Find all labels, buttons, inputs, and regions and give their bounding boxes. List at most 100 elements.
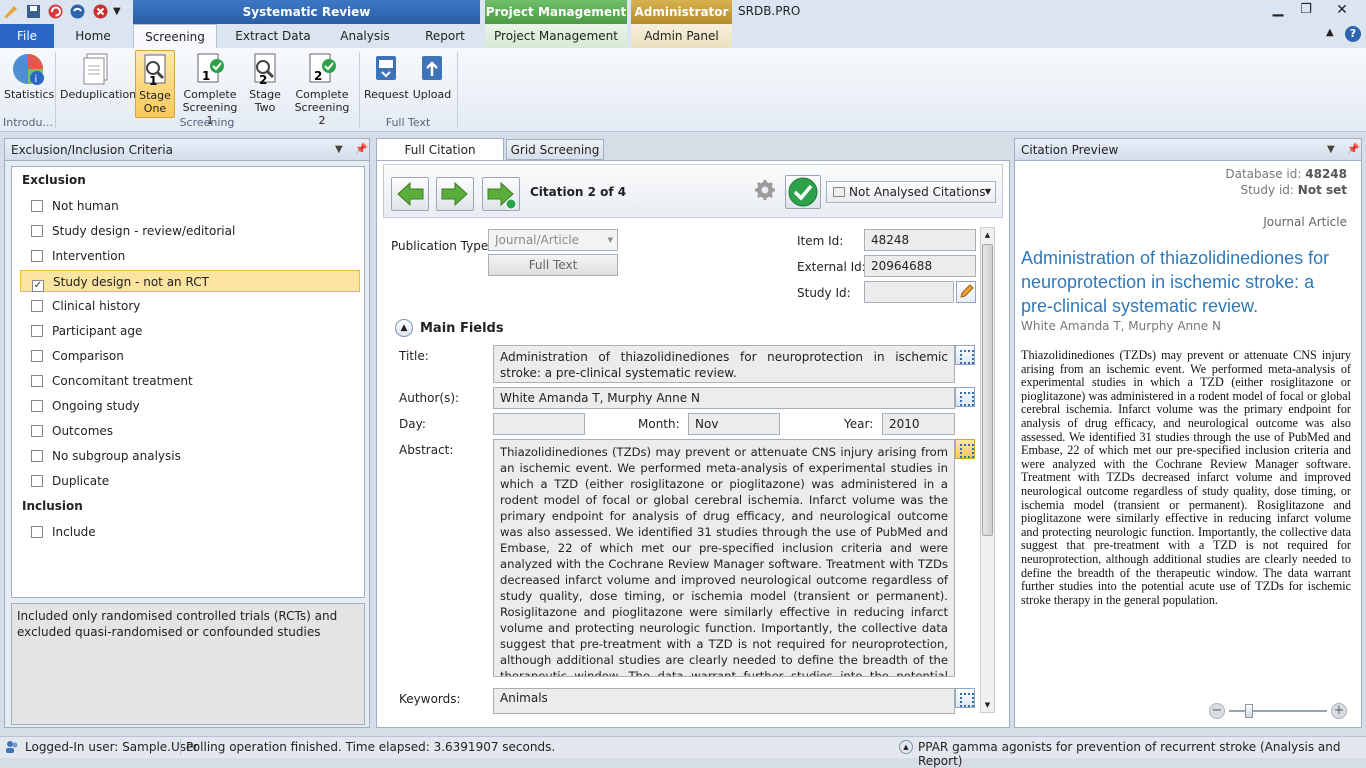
criteria-item[interactable]: Duplicate: [31, 470, 109, 492]
criteria-checkbox[interactable]: [31, 375, 43, 387]
expand-authors-icon[interactable]: [955, 387, 975, 407]
criteria-item[interactable]: No subgroup analysis: [31, 445, 181, 467]
qat-dropdown-icon[interactable]: ▼: [113, 3, 130, 20]
study-id-field[interactable]: [864, 281, 954, 303]
close-project-icon[interactable]: [92, 3, 109, 20]
item-id-field[interactable]: 48248: [864, 229, 976, 251]
upload-label: Upload: [412, 88, 452, 101]
stage-one-button[interactable]: 1 Stage One: [135, 50, 175, 118]
scroll-up-icon[interactable]: ▲: [981, 228, 994, 242]
criteria-checkbox[interactable]: [31, 225, 43, 237]
upload-button[interactable]: Upload: [410, 50, 454, 116]
close-icon[interactable]: ✕: [1320, 0, 1364, 20]
collapse-ribbon-icon[interactable]: ▲: [1326, 27, 1334, 38]
external-id-field[interactable]: 20964688: [864, 255, 976, 277]
criteria-item[interactable]: Comparison: [31, 345, 124, 367]
zoom-slider[interactable]: − +: [1209, 703, 1349, 719]
help-icon[interactable]: ?: [1345, 26, 1361, 42]
criteria-checkbox[interactable]: [31, 475, 43, 487]
criteria-checkbox[interactable]: [31, 425, 43, 437]
criteria-checkbox[interactable]: [31, 200, 43, 212]
criteria-checkbox[interactable]: [31, 526, 43, 538]
publication-type-select[interactable]: Journal/Article ▼: [488, 229, 618, 251]
tab-report[interactable]: Report: [412, 24, 478, 48]
restore-icon[interactable]: ❐: [1292, 0, 1320, 20]
panel-dropdown-icon[interactable]: ▼: [335, 139, 343, 161]
title-field[interactable]: Administration of thiazolidinediones for…: [493, 345, 955, 383]
abstract-field[interactable]: Thiazolidinediones (TZDs) may prevent or…: [493, 439, 955, 677]
criteria-checkbox[interactable]: [31, 400, 43, 412]
criteria-item[interactable]: Not human: [31, 195, 119, 217]
stage-two-button[interactable]: 2 Stage Two: [245, 50, 285, 116]
pin-icon[interactable]: 📌: [355, 139, 367, 161]
complete-screening-1-button[interactable]: 1 Complete Screening 1: [181, 50, 239, 127]
request-button[interactable]: Request: [364, 50, 409, 116]
scroll-thumb[interactable]: [982, 244, 993, 536]
deduplication-label: Deduplication: [60, 88, 137, 101]
tab-file[interactable]: File: [0, 24, 54, 48]
criteria-item[interactable]: Study design - review/editorial: [31, 220, 235, 242]
year-field[interactable]: 2010: [882, 413, 955, 435]
scroll-down-icon[interactable]: ▼: [981, 698, 994, 712]
zoom-in-icon[interactable]: +: [1331, 703, 1347, 719]
criteria-item[interactable]: Concomitant treatment: [31, 370, 193, 392]
full-text-button[interactable]: Full Text: [488, 254, 618, 276]
complete-screening-2-button[interactable]: 2 Complete Screening 2: [291, 50, 353, 127]
criteria-checkbox[interactable]: ✓: [32, 280, 44, 292]
expand-title-icon[interactable]: [955, 345, 975, 365]
criteria-checkbox[interactable]: [31, 250, 43, 262]
tab-project-management[interactable]: Project Management: [485, 24, 627, 48]
window-title: Systematic Review: [133, 0, 480, 24]
form-scrollbar[interactable]: ▲ ▼: [980, 227, 995, 713]
tab-full-citation-screening[interactable]: Full Citation Screening: [376, 138, 504, 179]
save-icon[interactable]: [25, 3, 42, 20]
criteria-item[interactable]: Clinical history: [31, 295, 140, 317]
criteria-checkbox[interactable]: [31, 450, 43, 462]
publication-type-value: Journal/Article: [495, 233, 580, 247]
project-expand-icon[interactable]: ▲: [899, 740, 913, 754]
criteria-checkbox[interactable]: [31, 300, 43, 312]
criteria-label: Clinical history: [52, 299, 141, 313]
day-field[interactable]: [493, 413, 585, 435]
tab-extract-data[interactable]: Extract Data: [228, 24, 318, 48]
criteria-label: Outcomes: [52, 424, 114, 438]
tab-admin-panel[interactable]: Admin Panel: [631, 24, 732, 48]
criteria-item[interactable]: ✓ Study design - not an RCT: [20, 270, 360, 292]
settings-gear-icon[interactable]: [754, 179, 776, 201]
collapse-main-fields-icon[interactable]: ▲: [395, 319, 413, 337]
panel-dropdown-icon[interactable]: ▼: [1327, 139, 1335, 161]
undo-icon[interactable]: [47, 3, 64, 20]
authors-field[interactable]: White Amanda T, Murphy Anne N: [493, 387, 955, 409]
zoom-out-icon[interactable]: −: [1209, 703, 1225, 719]
next-unscreened-button[interactable]: [482, 177, 520, 211]
deduplication-button[interactable]: Deduplication: [60, 50, 137, 116]
criteria-item[interactable]: Participant age: [31, 320, 142, 342]
expand-abstract-icon[interactable]: [955, 439, 975, 459]
next-citation-button[interactable]: [436, 177, 474, 211]
zoom-thumb[interactable]: [1245, 704, 1253, 718]
tab-grid-screening[interactable]: Grid Screening: [506, 139, 604, 160]
edit-study-id-button[interactable]: [956, 281, 976, 303]
keywords-field[interactable]: Animals: [493, 688, 955, 714]
criteria-item[interactable]: Ongoing study: [31, 395, 140, 417]
previous-citation-button[interactable]: [391, 177, 429, 211]
criteria-item[interactable]: Outcomes: [31, 420, 113, 442]
criteria-checkbox[interactable]: [31, 325, 43, 337]
month-field[interactable]: Nov: [688, 413, 780, 435]
expand-keywords-icon[interactable]: [955, 688, 975, 708]
tab-home[interactable]: Home: [60, 24, 126, 48]
citation-filter-dropdown[interactable]: Not Analysed Citations ▼: [826, 181, 996, 203]
tab-analysis[interactable]: Analysis: [330, 24, 400, 48]
criteria-item[interactable]: Include: [31, 521, 96, 543]
context-project-management: Project Management Project Management: [485, 0, 627, 48]
refresh-icon[interactable]: [69, 3, 86, 20]
criteria-checkbox[interactable]: [31, 350, 43, 362]
criteria-label: Not human: [52, 199, 119, 213]
complete-screening-button[interactable]: [785, 175, 821, 209]
minimize-icon[interactable]: ▁: [1264, 0, 1292, 20]
context-header-project-management: Project Management: [485, 0, 627, 24]
pin-icon[interactable]: 📌: [1347, 139, 1359, 161]
criteria-item[interactable]: Intervention: [31, 245, 125, 267]
statistics-button[interactable]: i Statistics: [4, 50, 54, 116]
tab-screening[interactable]: Screening: [133, 24, 217, 48]
